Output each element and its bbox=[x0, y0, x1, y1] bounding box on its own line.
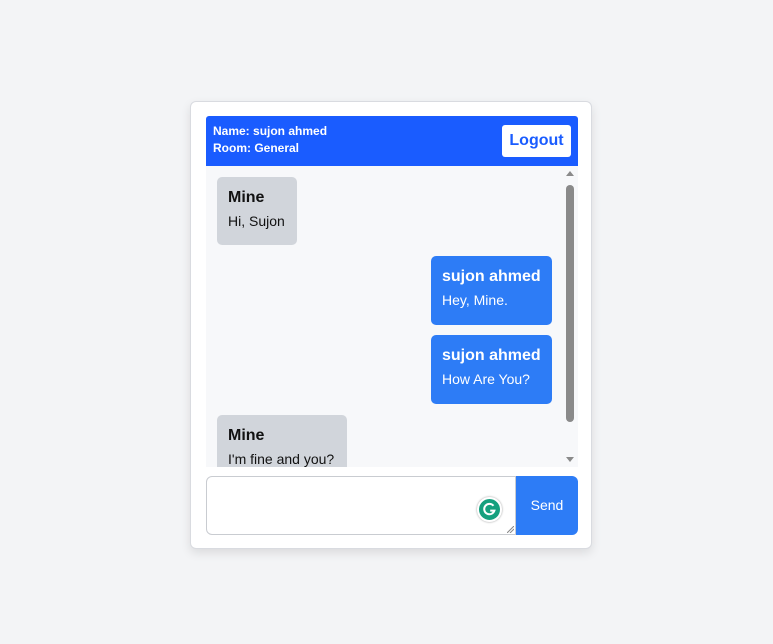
message-text: I'm fine and you? bbox=[228, 451, 335, 467]
message-text: Hey, Mine. bbox=[442, 292, 508, 308]
message-text: Hi, Sujon bbox=[228, 213, 285, 229]
message-bubble: sujon ahmed Hey, Mine. bbox=[431, 256, 552, 325]
send-button[interactable]: Send bbox=[516, 476, 578, 535]
message-list[interactable]: Mine Hi, Sujon sujon ahmed Hey, Mine. su… bbox=[206, 166, 578, 467]
scroll-down-arrow-icon[interactable] bbox=[566, 457, 574, 462]
chat-header: Name: sujon ahmed Room: General Logout bbox=[206, 116, 578, 166]
message-sender: Mine bbox=[228, 427, 265, 444]
room-name-label: Room: General bbox=[213, 141, 300, 155]
message-input[interactable] bbox=[206, 476, 516, 535]
user-name-label: Name: sujon ahmed bbox=[213, 124, 328, 138]
message-bubble: Mine I'm fine and you? bbox=[217, 415, 347, 467]
message-bubble: Mine Hi, Sujon bbox=[217, 177, 297, 245]
scroll-up-arrow-icon[interactable] bbox=[566, 171, 574, 176]
message-sender: Mine bbox=[228, 189, 265, 206]
message-text: How Are You? bbox=[442, 371, 530, 387]
message-bubble: sujon ahmed How Are You? bbox=[431, 335, 552, 404]
chat-card: Name: sujon ahmed Room: General Logout M… bbox=[190, 101, 592, 549]
user-info: Name: sujon ahmed Room: General bbox=[213, 123, 327, 157]
scrollbar-thumb[interactable] bbox=[566, 185, 574, 422]
message-sender: sujon ahmed bbox=[442, 347, 541, 364]
logout-button[interactable]: Logout bbox=[502, 125, 571, 157]
resize-grip-icon[interactable] bbox=[507, 526, 514, 533]
grammarly-icon[interactable] bbox=[477, 497, 502, 522]
message-sender: sujon ahmed bbox=[442, 268, 541, 285]
